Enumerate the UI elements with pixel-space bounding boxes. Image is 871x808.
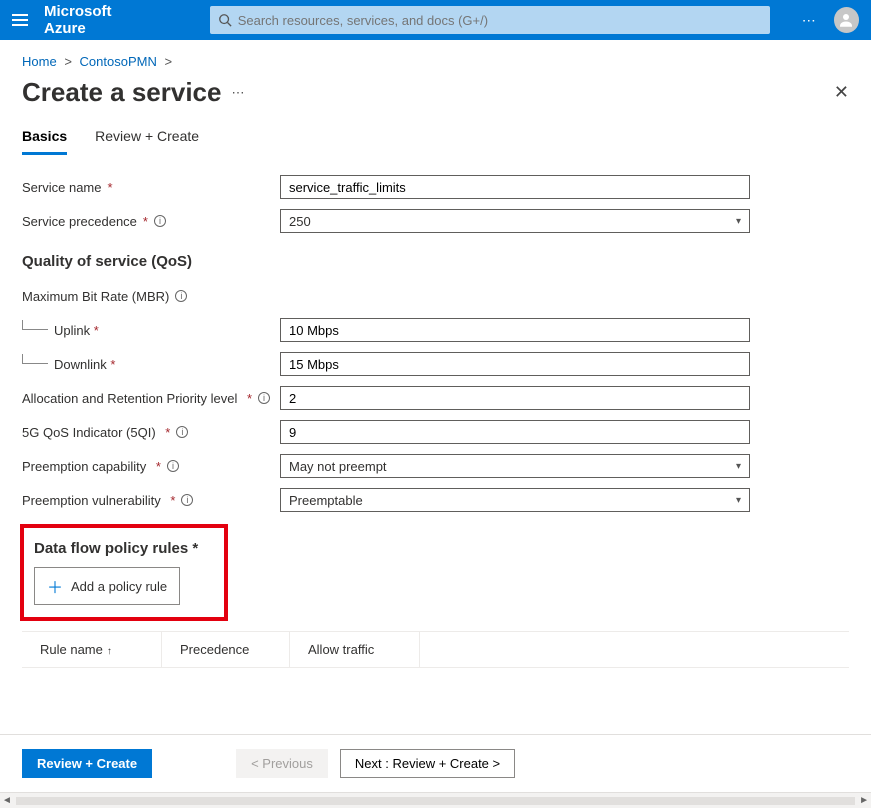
- previous-button: < Previous: [236, 749, 328, 778]
- fiveqi-label: 5G QoS Indicator (5QI): [22, 425, 156, 440]
- more-actions-icon[interactable]: ⋯: [231, 85, 244, 101]
- chevron-down-icon: ▾: [736, 461, 741, 472]
- service-name-label: Service name: [22, 180, 101, 195]
- scroll-left-icon[interactable]: ◄: [2, 795, 12, 806]
- preempt-vuln-select[interactable]: Preemptable▾: [280, 488, 750, 512]
- overflow-icon[interactable]: ⋯: [802, 12, 818, 29]
- tab-basics[interactable]: Basics: [22, 122, 67, 155]
- chevron-right-icon: >: [64, 54, 72, 69]
- horizontal-scrollbar[interactable]: ◄ ►: [0, 792, 871, 808]
- scroll-right-icon[interactable]: ►: [859, 795, 869, 806]
- info-icon[interactable]: i: [167, 460, 179, 472]
- mbr-label: Maximum Bit Rate (MBR): [22, 289, 169, 304]
- info-icon[interactable]: i: [175, 290, 187, 302]
- avatar[interactable]: [834, 7, 859, 33]
- arp-label: Allocation and Retention Priority level: [22, 391, 237, 406]
- close-icon[interactable]: ✕: [834, 82, 849, 103]
- hamburger-icon[interactable]: [12, 14, 28, 26]
- required-icon: *: [167, 493, 176, 508]
- required-icon: *: [107, 357, 116, 372]
- sort-asc-icon: ↑: [107, 646, 112, 657]
- col-rule-name[interactable]: Rule name↑: [22, 632, 162, 667]
- chevron-down-icon: ▾: [736, 495, 741, 506]
- scroll-track[interactable]: [16, 797, 855, 805]
- dfpr-heading: Data flow policy rules: [34, 540, 188, 557]
- required-icon: *: [107, 180, 112, 195]
- col-allow-traffic[interactable]: Allow traffic: [290, 632, 420, 667]
- search-input[interactable]: [238, 13, 762, 28]
- required-icon: *: [192, 540, 198, 557]
- chevron-down-icon: ▾: [736, 216, 741, 227]
- search-icon: [218, 13, 232, 27]
- breadcrumb: Home > ContosoPMN >: [0, 40, 871, 75]
- add-rule-label: Add a policy rule: [71, 579, 167, 594]
- downlink-label: Downlink: [54, 357, 107, 372]
- col-precedence[interactable]: Precedence: [162, 632, 290, 667]
- info-icon[interactable]: i: [258, 392, 270, 404]
- wizard-footer: Review + Create < Previous Next : Review…: [0, 735, 871, 792]
- service-precedence-label: Service precedence: [22, 214, 137, 229]
- chevron-right-icon: >: [164, 54, 172, 69]
- info-icon[interactable]: i: [181, 494, 193, 506]
- required-icon: *: [143, 214, 148, 229]
- plus-icon: ＋: [47, 574, 63, 598]
- preempt-cap-select[interactable]: May not preempt▾: [280, 454, 750, 478]
- uplink-label: Uplink: [54, 323, 90, 338]
- preempt-vuln-label: Preemption vulnerability: [22, 493, 161, 508]
- downlink-input[interactable]: [280, 352, 750, 376]
- top-bar: Microsoft Azure ⋯: [0, 0, 871, 40]
- preempt-cap-label: Preemption capability: [22, 459, 146, 474]
- person-icon: [837, 11, 855, 29]
- service-precedence-select[interactable]: 250▾: [280, 209, 750, 233]
- required-icon: *: [243, 391, 252, 406]
- uplink-input[interactable]: [280, 318, 750, 342]
- qos-heading: Quality of service (QoS): [22, 253, 849, 270]
- review-create-button[interactable]: Review + Create: [22, 749, 152, 778]
- next-button[interactable]: Next : Review + Create >: [340, 749, 515, 778]
- required-icon: *: [162, 425, 171, 440]
- service-name-input[interactable]: [280, 175, 750, 199]
- brand-label: Microsoft Azure: [44, 3, 154, 37]
- arp-input[interactable]: [280, 386, 750, 410]
- required-icon: *: [152, 459, 161, 474]
- breadcrumb-item[interactable]: ContosoPMN: [80, 54, 157, 69]
- breadcrumb-home[interactable]: Home: [22, 54, 57, 69]
- required-icon: *: [90, 323, 99, 338]
- page-title: Create a service: [22, 77, 221, 108]
- info-icon[interactable]: i: [176, 426, 188, 438]
- fiveqi-input[interactable]: [280, 420, 750, 444]
- highlight-annotation: Data flow policy rules * ＋ Add a policy …: [20, 524, 228, 621]
- tab-review-create[interactable]: Review + Create: [95, 122, 199, 155]
- rules-table-header: Rule name↑ Precedence Allow traffic: [22, 631, 849, 668]
- info-icon[interactable]: i: [154, 215, 166, 227]
- add-policy-rule-button[interactable]: ＋ Add a policy rule: [34, 567, 180, 605]
- global-search[interactable]: [210, 6, 770, 34]
- tabs: Basics Review + Create: [0, 122, 871, 155]
